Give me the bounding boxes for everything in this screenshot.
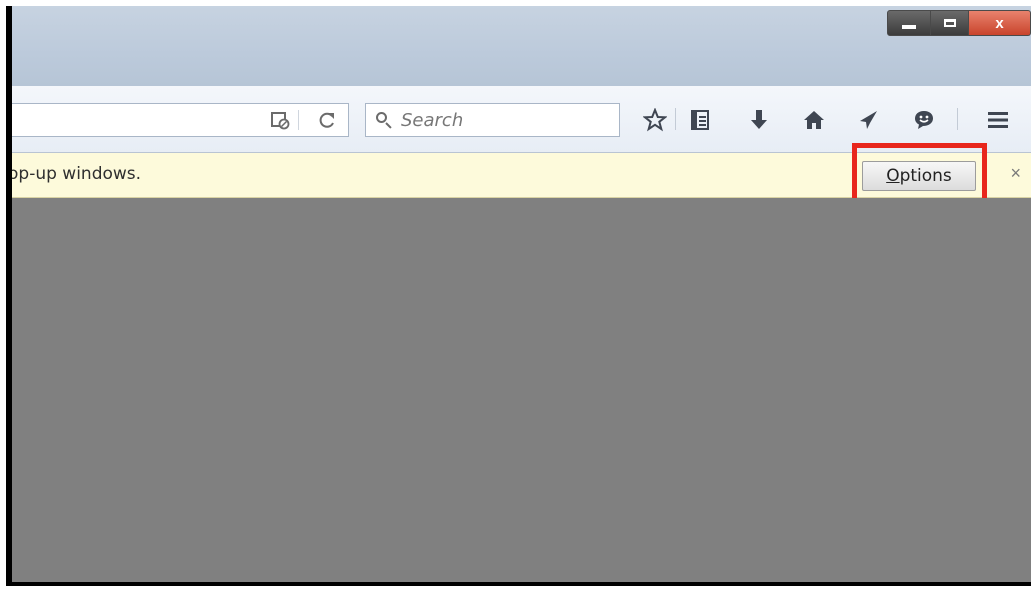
browser-window: x Search op-up windows. O ptions × [12, 6, 1031, 582]
menu-icon[interactable] [982, 104, 1014, 136]
download-icon[interactable] [743, 104, 775, 136]
chat-icon[interactable] [908, 104, 940, 136]
toolbar-separator [675, 108, 676, 130]
minimize-button[interactable] [887, 10, 931, 36]
send-icon[interactable] [852, 104, 884, 136]
bookmark-star-icon[interactable] [639, 104, 671, 136]
url-separator [298, 110, 299, 130]
home-icon[interactable] [798, 104, 830, 136]
search-icon [376, 111, 393, 129]
title-bar: x [12, 6, 1031, 86]
minimize-icon [902, 25, 916, 29]
maximize-button[interactable] [931, 10, 969, 36]
search-input[interactable]: Search [365, 103, 620, 137]
screenshot-frame: x Search op-up windows. O ptions × [6, 6, 1031, 586]
reload-icon[interactable] [318, 110, 336, 135]
close-icon: x [995, 14, 1004, 32]
notification-message: op-up windows. [12, 164, 142, 184]
reading-list-icon[interactable] [684, 104, 716, 136]
close-window-button[interactable]: x [969, 10, 1031, 36]
close-notification-icon[interactable]: × [1010, 163, 1021, 184]
maximize-icon [943, 19, 956, 27]
reader-view-icon[interactable] [270, 110, 290, 135]
url-bar[interactable] [12, 103, 349, 137]
search-placeholder: Search [401, 109, 464, 131]
window-controls: x [887, 10, 1031, 36]
toolbar-separator [957, 108, 958, 130]
page-content-area [12, 198, 1031, 582]
